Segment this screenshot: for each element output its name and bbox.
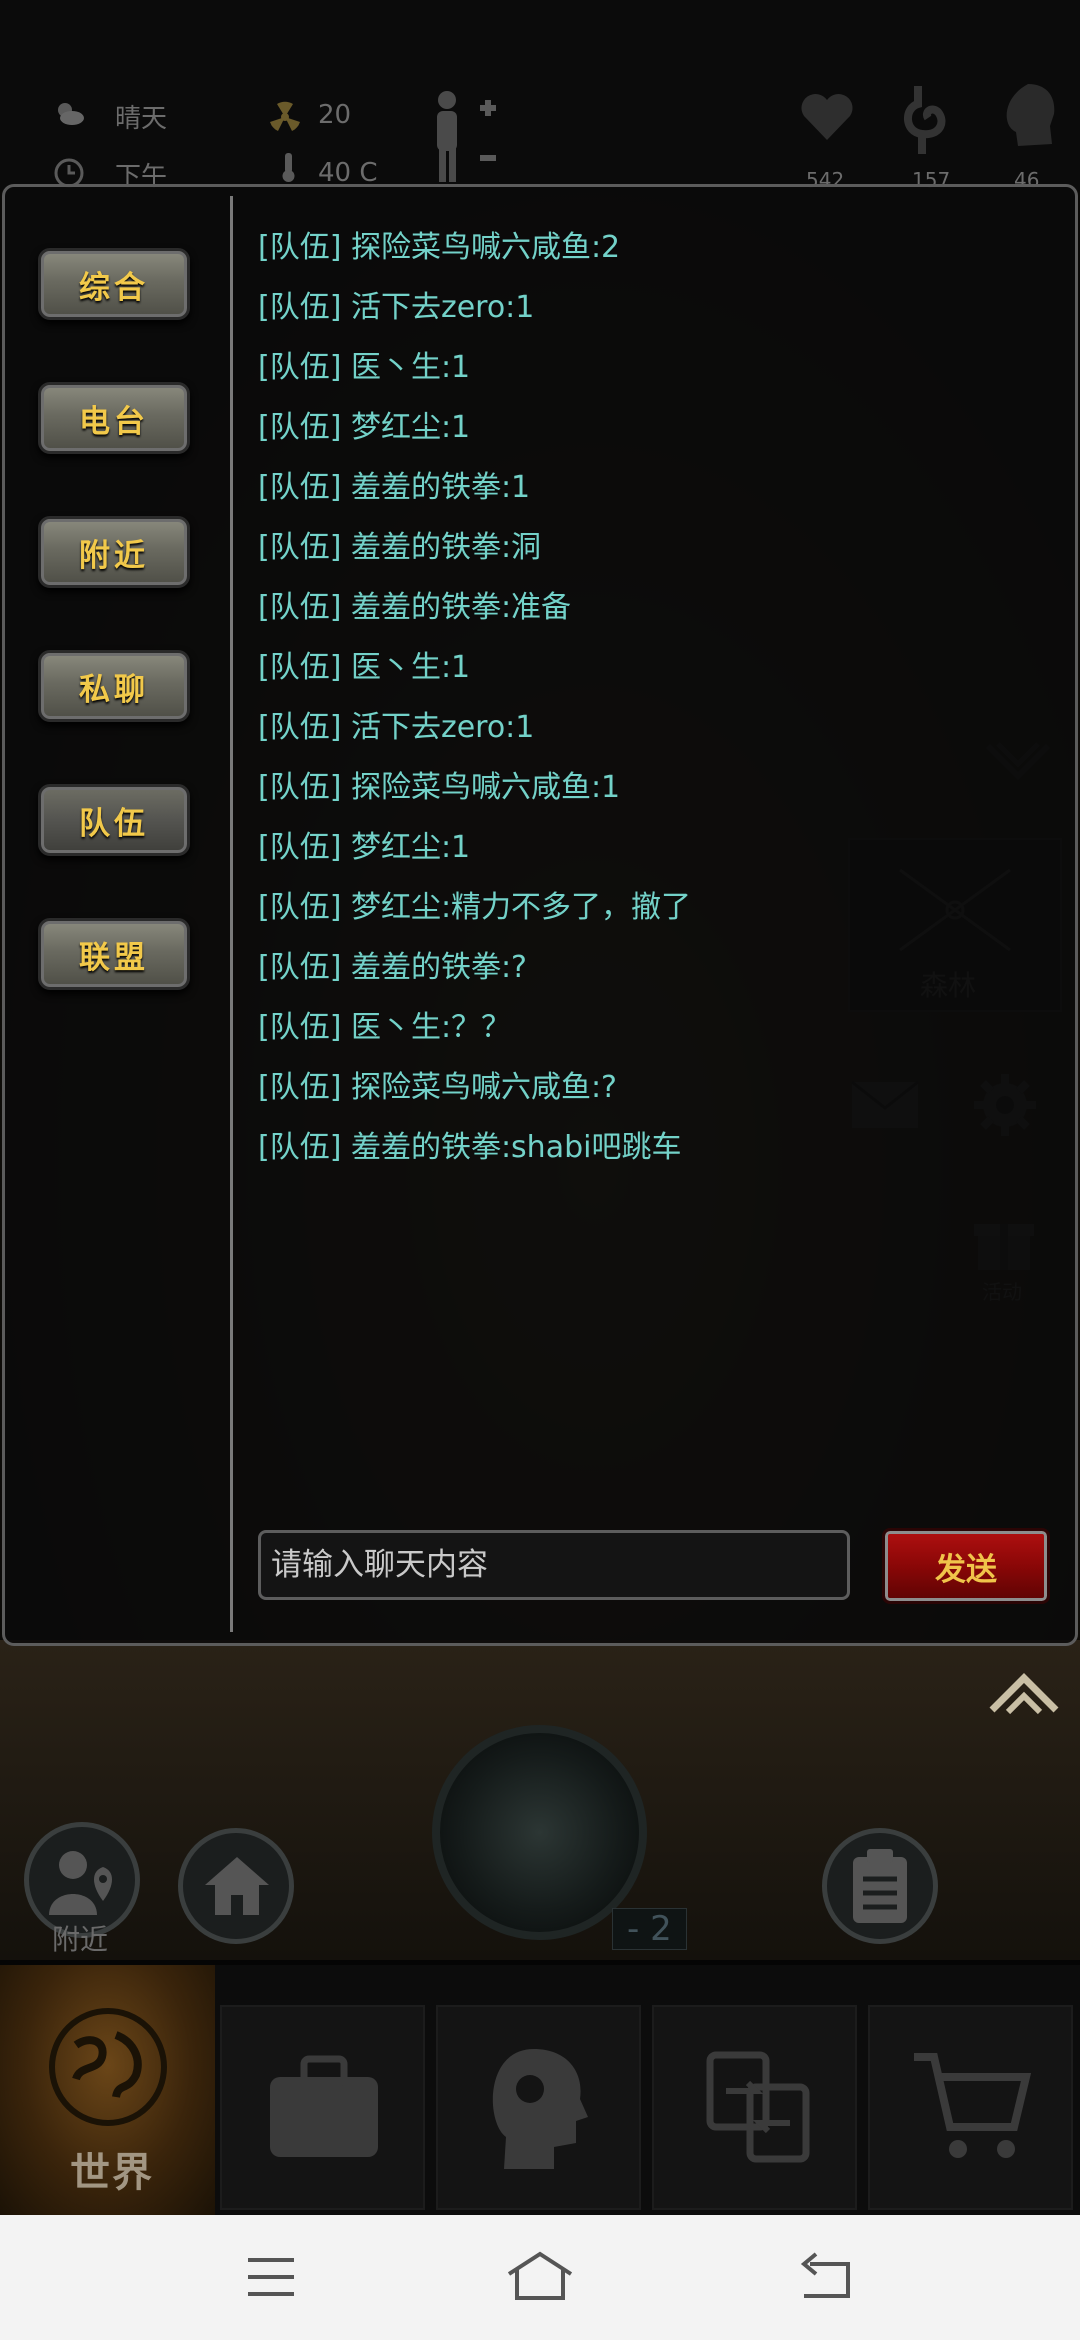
home-icon xyxy=(205,1857,269,1915)
channel-nearby-button[interactable]: 附近 xyxy=(38,516,190,588)
chat-message: [队伍] 羞羞的铁拳:1 xyxy=(258,470,531,505)
home-button[interactable] xyxy=(178,1828,294,1944)
chat-message: [队伍] 医丶生:？？ xyxy=(258,1010,512,1045)
weather-icon xyxy=(58,103,84,125)
chat-message: [队伍] 羞羞的铁拳:洞 xyxy=(258,530,542,565)
chat-panel-divider xyxy=(230,196,233,1632)
chat-message: [队伍] 活下去zero:1 xyxy=(258,290,535,325)
channel-alliance-button[interactable]: 联盟 xyxy=(38,918,190,990)
chat-message: [队伍] 探险菜鸟喊六咸鱼:? xyxy=(258,1070,617,1105)
head-icon xyxy=(1006,84,1055,146)
task-list-button[interactable] xyxy=(822,1828,938,1944)
chat-message: [队伍] 梦红尘:1 xyxy=(258,830,471,865)
home-nav-icon[interactable] xyxy=(505,2250,575,2304)
character-body-icon[interactable] xyxy=(425,88,505,188)
send-button[interactable]: 发送 xyxy=(882,1528,1050,1604)
back-icon[interactable] xyxy=(796,2250,854,2304)
tab-world-label: 世界 xyxy=(70,2150,154,2196)
chat-message: [队伍] 探险菜鸟喊六咸鱼:1 xyxy=(258,770,621,805)
weather-text: 晴天 xyxy=(115,104,168,134)
tab-backpack[interactable] xyxy=(220,2005,425,2210)
chat-input[interactable] xyxy=(258,1530,850,1600)
thermometer-icon xyxy=(282,153,295,182)
channel-private-button[interactable]: 私聊 xyxy=(38,650,190,722)
head-gears-icon xyxy=(492,2049,588,2169)
channel-team-button[interactable]: 队伍 xyxy=(38,784,190,856)
tab-skills[interactable] xyxy=(436,2005,641,2210)
chat-message: [队伍] 活下去zero:1 xyxy=(258,710,535,745)
person-location-icon xyxy=(49,1851,112,1915)
chat-message: [队伍] 羞羞的铁拳:? xyxy=(258,950,527,985)
menu-icon[interactable] xyxy=(244,2250,298,2304)
channel-general-button[interactable]: 综合 xyxy=(38,248,190,320)
tab-trade[interactable] xyxy=(652,2005,857,2210)
chat-message: [队伍] 探险菜鸟喊六咸鱼:2 xyxy=(258,230,621,265)
nearby-label: 附近 xyxy=(52,1923,109,1956)
radiation-value: 20 xyxy=(318,100,352,130)
shopping-cart-icon xyxy=(914,2053,1032,2158)
briefcase-icon xyxy=(270,2055,378,2157)
clipboard-icon xyxy=(853,1849,907,1923)
chat-message: [队伍] 羞羞的铁拳:shabi吧跳车 xyxy=(258,1130,682,1165)
chat-message: [队伍] 医丶生:1 xyxy=(258,650,471,685)
heart-icon xyxy=(801,93,853,140)
stomach-icon xyxy=(904,86,946,154)
radar-number: - 2 xyxy=(612,1908,687,1950)
chat-message: [队伍] 梦红尘:精力不多了，撤了 xyxy=(258,890,692,925)
channel-radio-button[interactable]: 电台 xyxy=(38,382,190,454)
chat-message: [队伍] 医丶生:1 xyxy=(258,350,471,385)
radiation-icon xyxy=(270,101,300,131)
expand-up-chevron-icon[interactable] xyxy=(988,1670,1060,1716)
globe-icon xyxy=(49,2008,167,2126)
chat-message: [队伍] 羞羞的铁拳:准备 xyxy=(258,590,572,625)
chat-message: [队伍] 梦红尘:1 xyxy=(258,410,471,445)
tab-shop[interactable] xyxy=(868,2005,1073,2210)
exchange-icon xyxy=(706,2051,810,2163)
